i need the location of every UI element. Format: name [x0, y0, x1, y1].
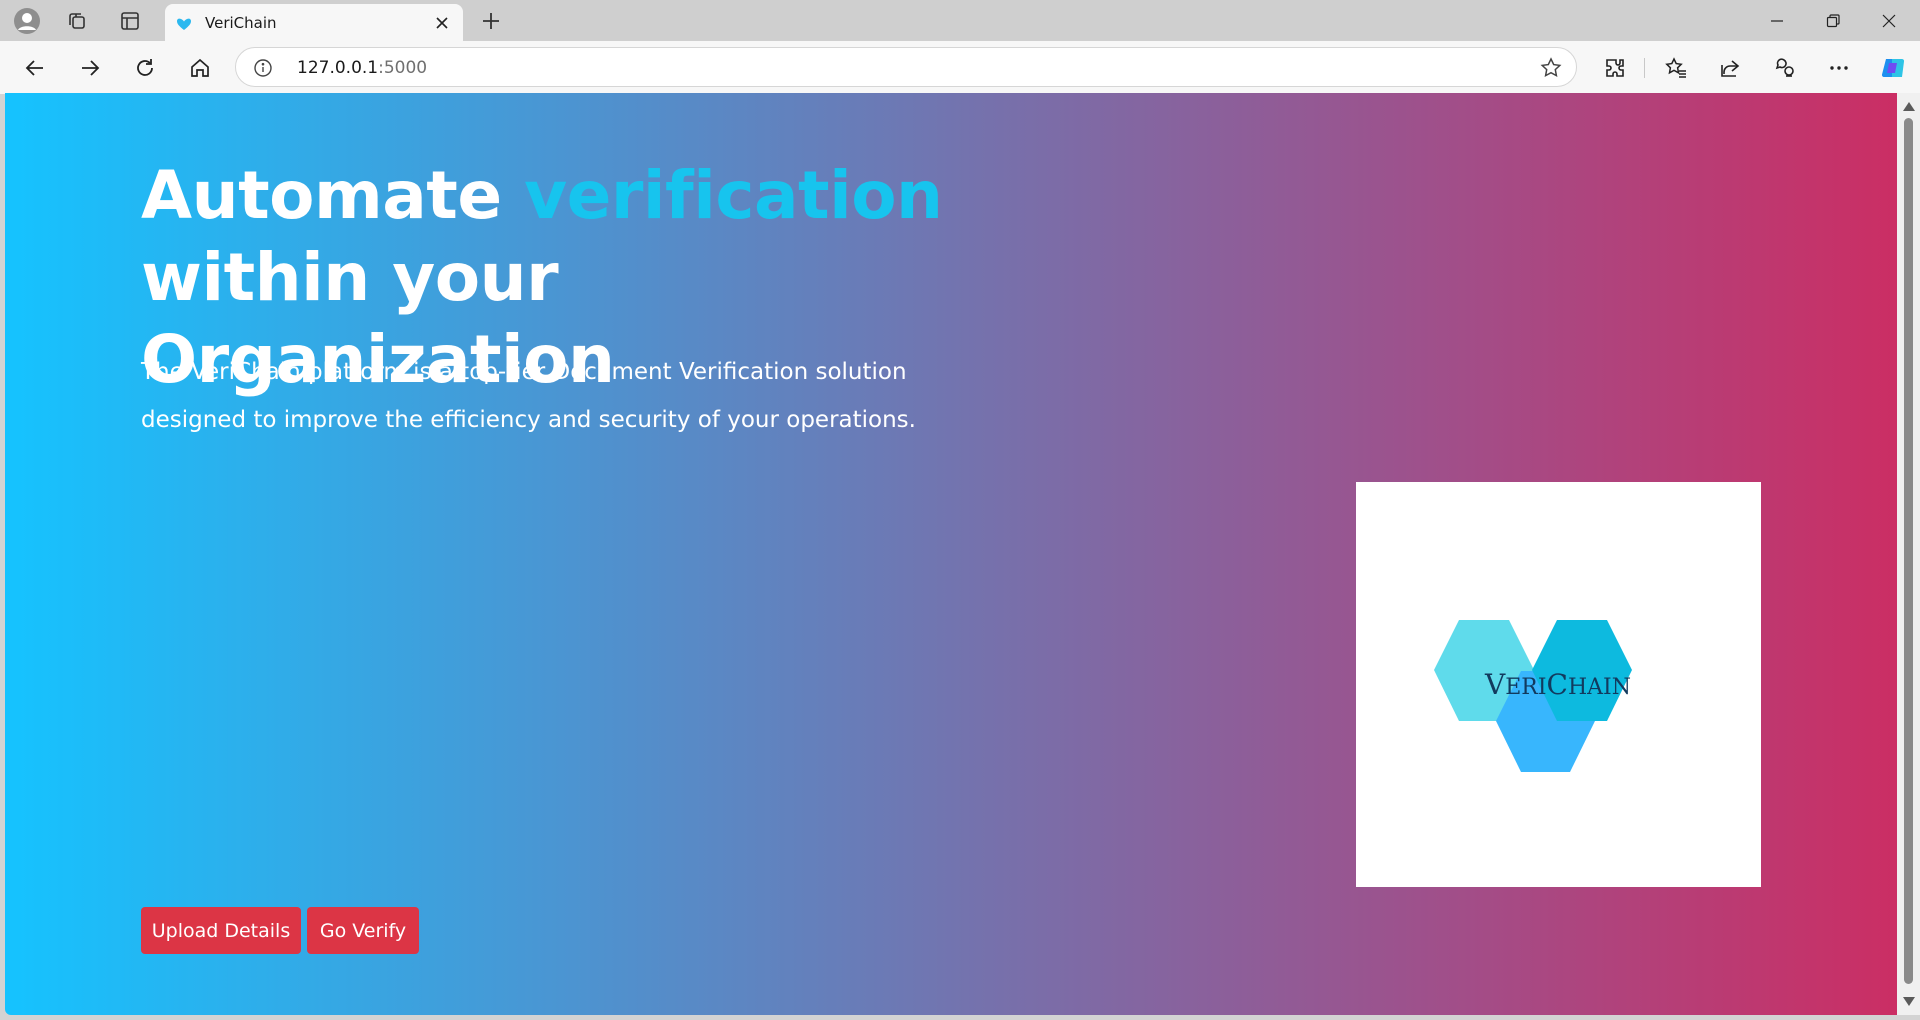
hero-desc-line1: The VeriChain platform is a top-tier Doc… [141, 359, 907, 385]
browser-essentials-button[interactable] [1767, 50, 1803, 86]
go-verify-button[interactable]: Go Verify [307, 907, 419, 954]
restore-button[interactable] [1805, 0, 1861, 41]
verichain-heart-icon [177, 18, 191, 30]
verichain-logo-card: VERICHAIN [1356, 482, 1761, 887]
tab-title: VeriChain [205, 14, 277, 32]
home-button[interactable] [182, 50, 218, 86]
scroll-up-arrow-icon[interactable] [1903, 102, 1915, 111]
profile-icon[interactable] [11, 6, 43, 36]
forward-arrow-icon [82, 60, 100, 76]
minimize-button[interactable] [1749, 0, 1805, 41]
address-port: :5000 [378, 58, 428, 78]
address-host: 127.0.0.1 [297, 58, 379, 78]
address-url: 127.0.0.1:5000 [297, 58, 427, 78]
browser-toolbar: 127.0.0.1:5000 [0, 41, 1920, 94]
scroll-down-arrow-icon[interactable] [1903, 997, 1915, 1006]
scrollbar-thumb[interactable] [1904, 118, 1913, 984]
tab-actions-icon[interactable] [114, 6, 146, 36]
new-tab-button[interactable] [475, 6, 507, 36]
share-button[interactable] [1712, 50, 1748, 86]
copilot-button[interactable] [1876, 50, 1912, 86]
extensions-icon [1606, 59, 1624, 77]
close-icon [1882, 14, 1896, 27]
share-icon [1721, 60, 1740, 77]
refresh-icon [137, 59, 153, 76]
verichain-logo: VERICHAIN [1434, 620, 1632, 772]
hero-description: The VeriChain platform is a top-tier Doc… [141, 348, 961, 444]
minimize-icon [1771, 19, 1783, 22]
forward-button[interactable] [72, 50, 108, 86]
hero-title-part1: Automate [141, 157, 502, 234]
copilot-icon [1881, 58, 1905, 78]
plus-icon [483, 13, 499, 29]
toolbar-separator [1644, 58, 1645, 78]
active-tab[interactable]: VeriChain [165, 4, 463, 42]
hero-title-accent: verification [524, 157, 943, 234]
page-scrollbar[interactable] [1897, 93, 1920, 1015]
favorites-button[interactable] [1658, 50, 1694, 86]
hero-desc-line2: designed to improve the efficiency and s… [141, 407, 916, 433]
favorites-icon [1665, 57, 1686, 78]
browser-essentials-icon [1775, 58, 1794, 77]
workspaces-icon[interactable] [61, 6, 93, 36]
info-icon[interactable] [253, 58, 273, 78]
address-bar[interactable]: 127.0.0.1:5000 [235, 47, 1577, 87]
star-icon[interactable] [1540, 57, 1562, 79]
more-button[interactable] [1821, 50, 1857, 86]
extensions-button[interactable] [1597, 50, 1633, 86]
upload-details-button[interactable]: Upload Details [141, 907, 301, 954]
back-button[interactable] [17, 50, 53, 86]
restore-icon [1826, 13, 1840, 27]
more-icon [1830, 66, 1848, 70]
close-tab-icon[interactable] [431, 12, 453, 34]
tab-strip: VeriChain [0, 0, 1920, 42]
home-icon [191, 58, 209, 77]
close-window-button[interactable] [1861, 0, 1917, 41]
back-arrow-icon [25, 60, 43, 76]
refresh-button[interactable] [127, 50, 163, 86]
page-viewport: Automate verification within your Organi… [5, 93, 1897, 1015]
